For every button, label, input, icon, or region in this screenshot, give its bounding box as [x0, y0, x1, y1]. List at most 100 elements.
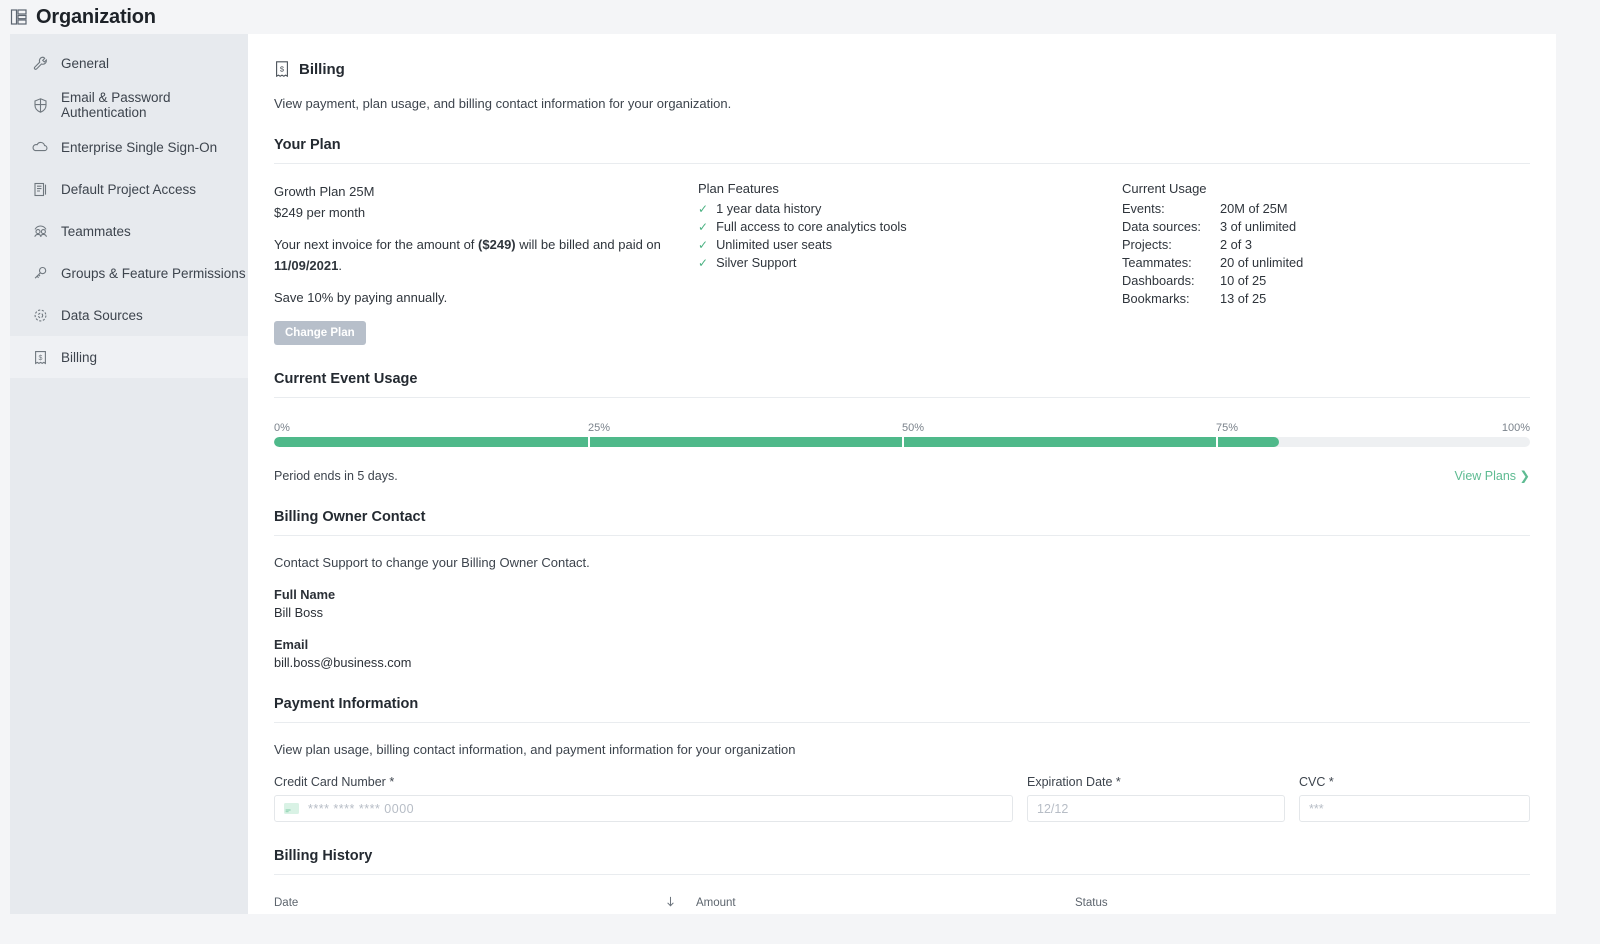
credit-card-label: Credit Card Number *: [274, 775, 395, 789]
cvc-placeholder: ***: [1309, 801, 1324, 816]
main-content: $ Billing View payment, plan usage, and …: [248, 34, 1556, 914]
divider: [274, 397, 1530, 398]
usage-row: Dashboards: 10 of 25: [1122, 272, 1530, 290]
period-note: Period ends in 5 days.: [274, 468, 398, 483]
page-title: Organization: [36, 5, 156, 28]
svg-text:$: $: [280, 65, 285, 74]
divider: [274, 874, 1530, 875]
plan-feature-item: ✓ 1 year data history: [698, 200, 1122, 218]
sidebar-item-label: Billing: [61, 349, 98, 365]
shield-icon: [32, 97, 49, 114]
usage-value: 2 of 3: [1220, 237, 1253, 252]
plan-feature-label: 1 year data history: [716, 201, 822, 216]
sidebar-item-label: Groups & Feature Permissions: [61, 265, 246, 281]
view-plans-link[interactable]: View Plans ❯: [1454, 468, 1530, 483]
email-value: bill.boss@business.com: [274, 655, 412, 670]
meter-tick-labels: 0% 25% 50% 75% 100%: [274, 422, 1530, 437]
payment-information-heading: Payment Information: [274, 696, 419, 712]
billing-history-heading: Billing History: [274, 848, 373, 864]
check-icon: ✓: [698, 202, 709, 216]
sidebar-item-teammates[interactable]: Teammates: [10, 210, 248, 252]
plan-feature-item: ✓ Silver Support: [698, 254, 1122, 272]
next-invoice-text: Your next invoice for the amount of ($24…: [274, 234, 698, 276]
usage-value: 20M of 25M: [1220, 201, 1288, 216]
change-plan-button[interactable]: Change Plan: [274, 321, 366, 345]
column-header-amount[interactable]: Amount: [682, 897, 1075, 909]
sidebar-item-default-project-access[interactable]: Default Project Access: [10, 168, 248, 210]
annual-savings-note: Save 10% by paying annually.: [274, 290, 448, 305]
billing-page-header: $ Billing: [274, 60, 1530, 78]
usage-row: Bookmarks: 13 of 25: [1122, 290, 1530, 308]
plan-feature-item: ✓ Full access to core analytics tools: [698, 218, 1122, 236]
usage-row: Events: 20M of 25M: [1122, 200, 1530, 218]
meter-divider: [1216, 437, 1218, 447]
credit-card-placeholder: **** **** **** 0000: [308, 801, 415, 816]
key-icon: [32, 265, 49, 282]
billing-owner-heading: Billing Owner Contact: [274, 509, 426, 525]
sidebar-item-billing[interactable]: $ Billing: [10, 336, 248, 378]
current-usage-column: Current Usage Events: 20M of 25M Data so…: [1122, 181, 1530, 345]
usage-key: Events:: [1122, 201, 1165, 216]
expiration-date-input[interactable]: 12/12: [1027, 795, 1285, 822]
billing-heading: Billing: [299, 60, 345, 78]
column-header-date[interactable]: Date: [274, 897, 664, 909]
meter-footer: Period ends in 5 days. View Plans ❯: [274, 468, 1530, 484]
email-label: Email: [274, 637, 309, 652]
plan-price: $249 per month: [274, 205, 366, 220]
payment-note: View plan usage, billing contact informa…: [274, 742, 796, 757]
full-name-label: Full Name: [274, 587, 336, 602]
usage-progress-track: [274, 437, 1530, 447]
invoice-middle: will be billed and paid on: [515, 237, 661, 252]
plan-features-heading: Plan Features: [698, 181, 779, 196]
column-header-status[interactable]: Status: [1075, 897, 1450, 909]
event-usage-meter: 0% 25% 50% 75% 100% Period ends in 5 day…: [274, 422, 1530, 483]
divider: [274, 535, 1530, 536]
current-event-usage-heading: Current Event Usage: [274, 371, 418, 387]
sidebar-item-enterprise-single-sign-on[interactable]: Enterprise Single Sign-On: [10, 126, 248, 168]
expiration-date-placeholder: 12/12: [1037, 801, 1069, 816]
usage-key: Bookmarks:: [1122, 291, 1190, 306]
sidebar-item-groups-feature-permissions[interactable]: Groups & Feature Permissions: [10, 252, 248, 294]
usage-key: Dashboards:: [1122, 273, 1195, 288]
invoice-prefix: Your next invoice for the amount of: [274, 237, 479, 252]
wrench-icon: [32, 55, 49, 72]
current-usage-heading: Current Usage: [1122, 181, 1207, 196]
usage-value: 3 of unlimited: [1220, 219, 1297, 234]
plan-feature-item: ✓ Unlimited user seats: [698, 236, 1122, 254]
cvc-label: CVC *: [1299, 775, 1334, 789]
payment-form: Credit Card Number * **** **** **** 0000…: [274, 775, 1530, 822]
sidebar-item-general[interactable]: General: [10, 42, 248, 84]
sidebar-item-label: Email & Password Authentication: [61, 90, 171, 120]
billing-subtitle: View payment, plan usage, and billing co…: [274, 96, 732, 111]
sidebar-item-label: Teammates: [61, 223, 131, 239]
divider: [274, 163, 1530, 164]
full-name-value: Bill Boss: [274, 605, 324, 620]
tick-label: 75%: [1216, 422, 1239, 434]
tick-label: 100%: [1501, 422, 1530, 434]
users-icon: [32, 223, 49, 240]
divider: [274, 722, 1530, 723]
usage-key: Teammates:: [1122, 255, 1192, 270]
org-icon: [10, 8, 28, 26]
invoice-suffix: .: [338, 258, 342, 273]
sidebar-item-email-password-authentication[interactable]: Email & Password Authentication: [10, 84, 248, 126]
tick-label: 25%: [588, 422, 611, 434]
cvc-input[interactable]: ***: [1299, 795, 1530, 822]
arrow-down-icon[interactable]: [664, 895, 682, 911]
sidebar-item-label: General: [61, 55, 110, 71]
check-icon: ✓: [698, 256, 709, 270]
invoice-amount: ($249): [478, 237, 516, 252]
expiration-date-label: Expiration Date *: [1027, 775, 1121, 789]
your-plan-heading: Your Plan: [274, 137, 341, 153]
app-frame: General Email & Password Authentication …: [0, 34, 1600, 944]
credit-card-input[interactable]: **** **** **** 0000: [274, 795, 1013, 822]
plan-name: Growth Plan 25M: [274, 184, 375, 199]
credit-card-field-group: Credit Card Number * **** **** **** 0000: [274, 775, 1013, 822]
billing-owner-note: Contact Support to change your Billing O…: [274, 555, 590, 570]
sidebar-item-data-sources[interactable]: Data Sources: [10, 294, 248, 336]
plan-columns: Growth Plan 25M $249 per month Your next…: [274, 181, 1530, 345]
plan-summary-column: Growth Plan 25M $249 per month Your next…: [274, 181, 698, 345]
usage-value: 13 of 25: [1220, 291, 1267, 306]
usage-key: Data sources:: [1122, 219, 1201, 234]
usage-value: 20 of unlimited: [1220, 255, 1304, 270]
